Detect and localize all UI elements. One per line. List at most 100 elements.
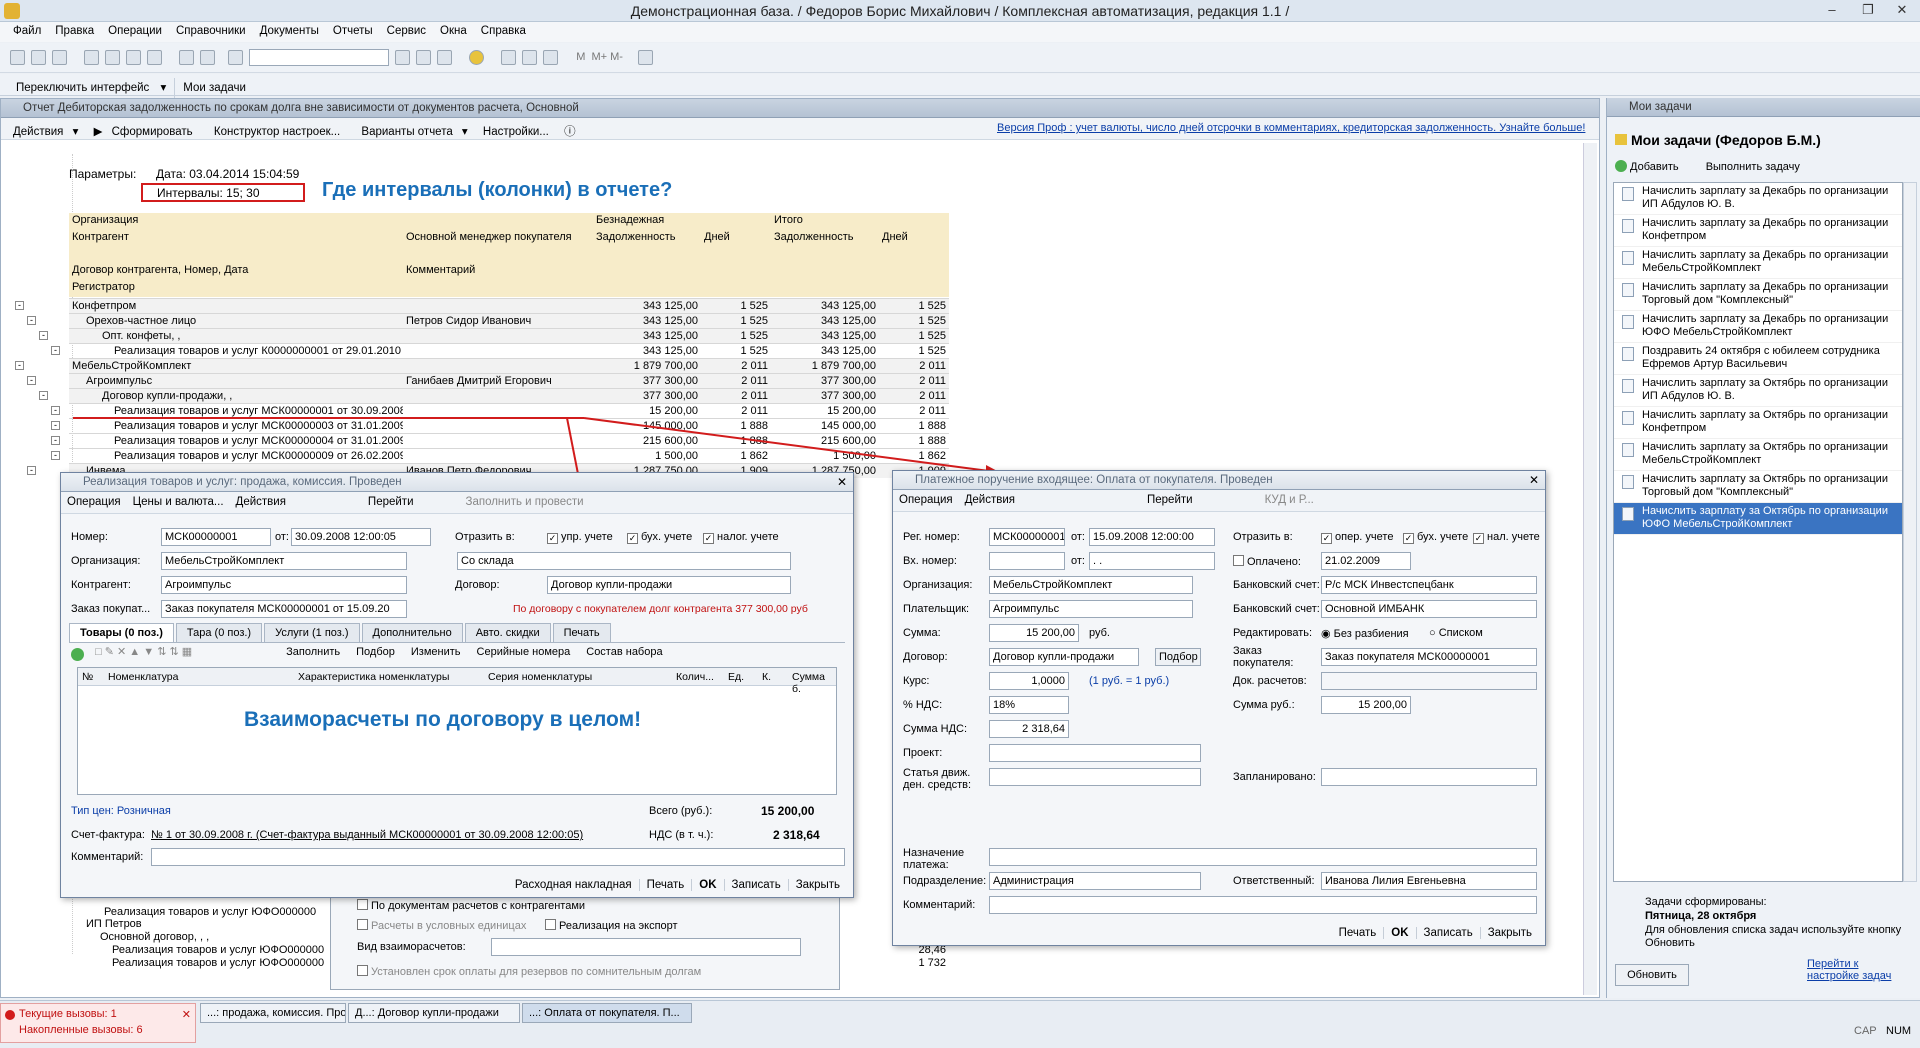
menu-file[interactable]: Файл — [6, 22, 48, 40]
docs-field[interactable] — [1321, 672, 1537, 690]
prices-menu[interactable]: Цены и валюта... — [127, 492, 230, 512]
purpose-field[interactable] — [989, 848, 1537, 866]
cut-icon[interactable] — [84, 50, 99, 65]
select-button[interactable]: Подбор — [348, 646, 403, 658]
resp-field[interactable]: Иванова Лилия Евгеньевна — [1321, 872, 1537, 890]
comment-field[interactable] — [151, 848, 845, 866]
podbor-button[interactable]: Подбор — [1155, 648, 1201, 666]
task-item[interactable]: Начислить зарплату за Декабрь по организ… — [1614, 183, 1902, 215]
actions-menu[interactable]: Действия — [230, 492, 292, 512]
tasks-scrollbar[interactable] — [1903, 182, 1917, 882]
opr-checkbox[interactable]: ✓ опер. учете — [1321, 531, 1393, 544]
table-icon[interactable] — [501, 50, 517, 65]
close-icon[interactable]: ✕ — [1884, 0, 1920, 22]
find-next-icon[interactable] — [395, 50, 411, 65]
dept-field[interactable]: Администрация — [989, 872, 1201, 890]
in-field[interactable] — [989, 552, 1065, 570]
new-icon[interactable] — [10, 50, 25, 65]
menu-catalogs[interactable]: Справочники — [169, 22, 253, 40]
taskbar-payment[interactable]: ...: Оплата от покупателя. П... — [522, 1003, 692, 1023]
actions-menu[interactable]: Действия — [959, 490, 1021, 510]
paste-icon[interactable] — [126, 50, 141, 65]
sumrub-field[interactable]: 15 200,00 — [1321, 696, 1411, 714]
tab-print[interactable]: Печать — [552, 623, 611, 642]
paid-checkbox[interactable]: Оплачено: — [1233, 555, 1301, 568]
settings-item-1[interactable]: По документам расчетов с контрагентами — [357, 899, 585, 912]
settings-kind-field[interactable] — [491, 938, 801, 956]
close-button[interactable]: Закрыть — [787, 879, 847, 891]
planned-field[interactable] — [1321, 768, 1537, 786]
print-button[interactable]: Печать — [1332, 927, 1384, 939]
payment-close-icon[interactable]: ✕ — [1529, 473, 1539, 487]
task-item[interactable]: Начислить зарплату за Декабрь по организ… — [1614, 215, 1902, 247]
settings-link[interactable]: Перейти к настройке задач — [1807, 958, 1907, 982]
reg-field[interactable]: МСК00000001 — [989, 528, 1065, 546]
report-scrollbar[interactable] — [1583, 143, 1597, 995]
task-item[interactable]: Начислить зарплату за Декабрь по организ… — [1614, 247, 1902, 279]
my-tasks-button[interactable]: Мои задачи — [174, 78, 254, 98]
copy-icon[interactable] — [105, 50, 120, 65]
checkbox[interactable] — [357, 965, 368, 976]
project-field[interactable] — [989, 744, 1201, 762]
date-field[interactable]: 30.09.2008 12:00:05 — [291, 528, 431, 546]
checkbox-checked[interactable]: ✓ — [703, 533, 714, 544]
radio-list[interactable]: ○ Списком — [1429, 627, 1483, 639]
calculator-icon[interactable] — [522, 50, 538, 65]
add-task-button[interactable]: Добавить — [1615, 160, 1679, 173]
menu-edit[interactable]: Правка — [48, 22, 101, 40]
memory-buttons[interactable]: M M+ M- — [576, 51, 623, 63]
table-tool-icons[interactable]: □ ✎ ✕ ▲ ▼ ⇅ ⇅ ▦ — [95, 645, 275, 658]
rate-field[interactable]: 1,0000 — [989, 672, 1069, 690]
org-field[interactable]: МебельСтройКомплект — [161, 552, 407, 570]
settings-item-5[interactable]: Установлен срок оплаты для резервов по с… — [357, 965, 701, 978]
waybill-button[interactable]: Расходная накладная — [508, 879, 639, 891]
checkbox-checked[interactable]: ✓ — [1321, 533, 1332, 544]
menu-windows[interactable]: Окна — [433, 22, 474, 40]
checkbox-checked[interactable]: ✓ — [547, 533, 558, 544]
checkbox[interactable] — [357, 919, 368, 930]
kud-menu[interactable]: КУД и Р... — [1259, 490, 1320, 510]
order-field[interactable]: Заказ покупателя МСК00000001 от 15.09.20 — [161, 600, 407, 618]
vat-field[interactable]: 18% — [989, 696, 1069, 714]
goto-menu[interactable]: Перейти — [1141, 490, 1199, 510]
open-icon[interactable] — [31, 50, 46, 65]
sales-close-icon[interactable]: ✕ — [837, 475, 847, 489]
fill-post-button[interactable]: Заполнить и провести — [460, 492, 590, 512]
checkbox-checked[interactable]: ✓ — [627, 533, 638, 544]
in-date-field[interactable]: . . — [1089, 552, 1215, 570]
save-button[interactable]: Записать — [1415, 927, 1480, 939]
org-field[interactable]: МебельСтройКомплект — [989, 576, 1193, 594]
task-item[interactable]: Начислить зарплату за Декабрь по организ… — [1614, 279, 1902, 311]
move-field[interactable] — [989, 768, 1201, 786]
nal-checkbox[interactable]: ✓ налог. учете — [703, 531, 779, 544]
close-button[interactable]: Закрыть — [1479, 927, 1539, 939]
calendar-icon[interactable] — [543, 50, 559, 65]
serials-button[interactable]: Серийные номера — [469, 646, 579, 658]
price-type-link[interactable]: Тип цен: Розничная — [71, 805, 171, 817]
ok-button[interactable]: OK — [691, 879, 723, 891]
save-icon[interactable] — [52, 50, 67, 65]
comment-field[interactable] — [989, 896, 1537, 914]
find-prev-icon[interactable] — [416, 50, 432, 65]
redo-icon[interactable] — [200, 50, 215, 65]
paid-date-field[interactable]: 21.02.2009 — [1321, 552, 1411, 570]
tab-tara[interactable]: Тара (0 поз.) — [175, 623, 263, 642]
order-field[interactable]: Заказ покупателя МСК00000001 — [1321, 648, 1537, 666]
contract-field[interactable]: Договор купли-продажи — [547, 576, 791, 594]
info-icon[interactable] — [469, 50, 485, 65]
taskbar-contract[interactable]: Д...: Договор купли-продажи — [348, 1003, 520, 1023]
buh-checkbox[interactable]: ✓ бух. учете — [1403, 531, 1468, 544]
bank2-field[interactable]: Основной ИМБАНК — [1321, 600, 1537, 618]
toolbar-search-input[interactable] — [249, 49, 390, 66]
task-item[interactable]: Поздравить 24 октября с юбилеем сотрудни… — [1614, 343, 1902, 375]
window-icon[interactable] — [437, 50, 453, 65]
menu-documents[interactable]: Документы — [253, 22, 326, 40]
task-item[interactable]: Начислить зарплату за Октябрь по организ… — [1614, 503, 1902, 535]
radio-no-split[interactable]: ◉ Без разбиения — [1321, 627, 1409, 640]
task-item[interactable]: Начислить зарплату за Октябрь по организ… — [1614, 439, 1902, 471]
operation-menu[interactable]: Операция — [61, 492, 127, 512]
undo-icon[interactable] — [179, 50, 194, 65]
checkbox[interactable] — [1233, 555, 1244, 566]
change-button[interactable]: Изменить — [403, 646, 469, 658]
save-button[interactable]: Записать — [723, 879, 788, 891]
